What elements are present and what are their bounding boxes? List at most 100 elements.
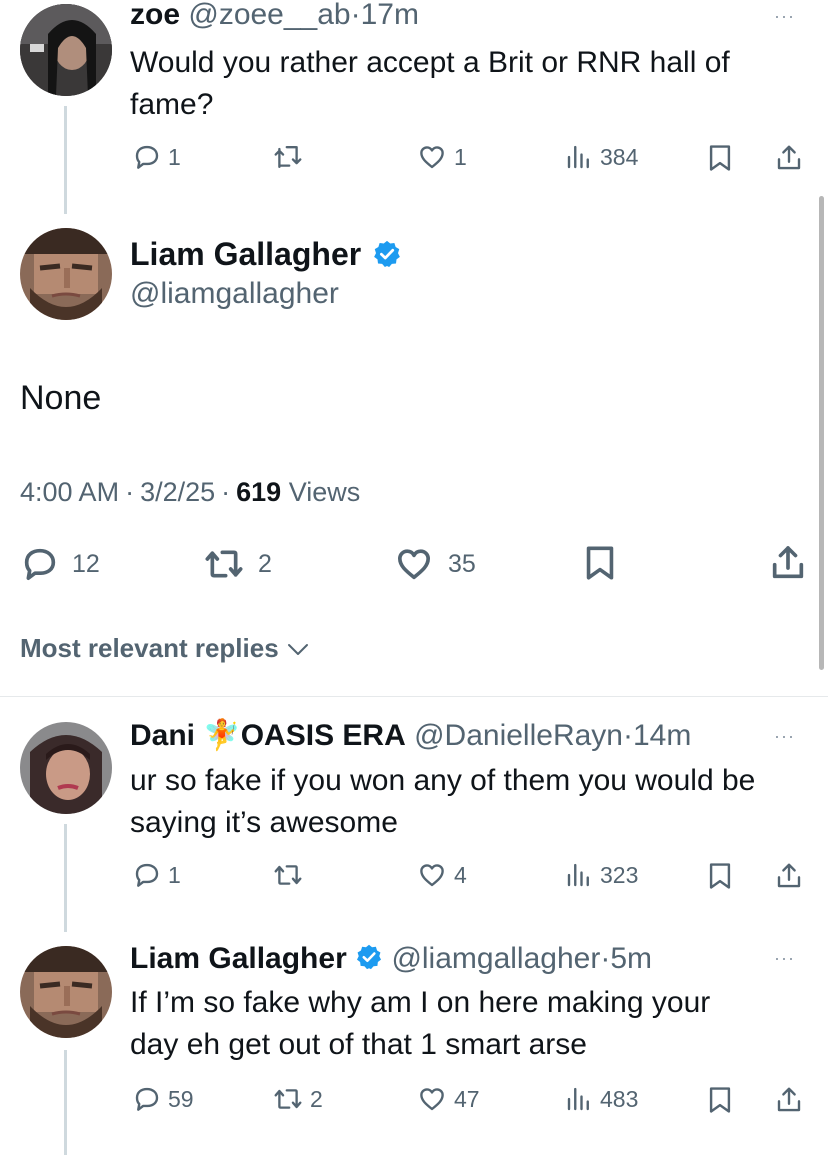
separator: · bbox=[350, 0, 361, 31]
separator: · bbox=[622, 719, 633, 752]
more-icon[interactable]: ··· bbox=[774, 726, 795, 747]
author-name[interactable]: Liam Gallagher bbox=[130, 236, 361, 272]
tweet-zoe-header: zoe @zoee__ab·17m bbox=[130, 0, 419, 36]
reply-icon bbox=[135, 145, 159, 169]
like-count: 1 bbox=[454, 143, 467, 170]
more-icon[interactable]: ··· bbox=[774, 948, 795, 969]
separator: · bbox=[125, 477, 135, 507]
views-count: 619 bbox=[236, 477, 282, 507]
main-retweet-button[interactable]: 2 bbox=[202, 544, 272, 584]
main-author-row: Liam Gallagher bbox=[130, 234, 402, 274]
date[interactable]: 3/2/25 bbox=[140, 477, 215, 507]
bookmark-icon bbox=[709, 863, 731, 889]
avatar-zoe-image bbox=[20, 4, 112, 96]
share-icon bbox=[777, 863, 801, 888]
verified-badge-icon bbox=[357, 944, 382, 970]
timestamp[interactable]: 14m bbox=[633, 719, 691, 752]
retweet-icon bbox=[274, 145, 302, 169]
like-button[interactable]: 47 bbox=[416, 1084, 480, 1114]
timestamp[interactable]: 5m bbox=[610, 942, 652, 975]
author-name[interactable]: Dani bbox=[130, 719, 195, 752]
share-button[interactable] bbox=[774, 142, 804, 174]
retweet-button[interactable] bbox=[272, 860, 304, 890]
tweet-text-line: saying it’s awesome bbox=[130, 806, 398, 839]
author-name-suffix[interactable]: OASIS ERA bbox=[241, 719, 406, 752]
retweet-icon bbox=[274, 865, 302, 885]
views-button[interactable]: 483 bbox=[564, 1084, 638, 1114]
separator: · bbox=[600, 942, 611, 975]
like-icon bbox=[420, 146, 444, 169]
chevron-down-icon bbox=[287, 644, 308, 656]
reply-dani-text: ur so fake if you won any of them you wo… bbox=[130, 760, 755, 844]
thread-connector bbox=[64, 1050, 67, 1155]
main-share-button[interactable] bbox=[768, 542, 808, 584]
main-author-handle[interactable]: @liamgallagher bbox=[130, 274, 339, 314]
share-icon bbox=[772, 546, 804, 579]
views-count: 323 bbox=[600, 861, 639, 888]
reply-button[interactable]: 1 bbox=[132, 142, 181, 172]
reply-icon bbox=[24, 548, 56, 580]
main-like-button[interactable]: 35 bbox=[392, 544, 476, 584]
retweet-icon bbox=[205, 550, 243, 578]
like-count: 47 bbox=[454, 1085, 480, 1112]
bookmark-button[interactable] bbox=[706, 142, 734, 174]
author-name[interactable]: zoe bbox=[130, 0, 180, 31]
reply-icon bbox=[135, 1087, 159, 1111]
retweet-count: 2 bbox=[310, 1085, 323, 1112]
avatar-liam[interactable] bbox=[20, 228, 112, 320]
like-icon bbox=[420, 864, 444, 887]
more-icon[interactable]: ··· bbox=[774, 6, 795, 27]
scrollbar[interactable] bbox=[819, 196, 824, 670]
like-button[interactable]: 4 bbox=[416, 860, 467, 890]
avatar-liam-image bbox=[20, 946, 112, 1038]
replies-filter-label: Most relevant replies bbox=[20, 633, 279, 663]
reply-button[interactable]: 59 bbox=[132, 1084, 194, 1114]
thread-connector bbox=[64, 824, 67, 932]
like-icon bbox=[420, 1088, 444, 1111]
retweet-button[interactable] bbox=[272, 142, 304, 172]
reply-count: 12 bbox=[72, 549, 100, 578]
verified-badge-icon bbox=[374, 240, 400, 267]
thread-connector bbox=[64, 106, 67, 214]
author-name[interactable]: Liam Gallagher bbox=[130, 942, 347, 975]
share-icon bbox=[777, 145, 801, 170]
reply-liam-header: Liam Gallagher @liamgallagher·5m bbox=[130, 938, 652, 980]
share-button[interactable] bbox=[774, 860, 804, 892]
views-button[interactable]: 323 bbox=[564, 860, 638, 890]
reply-button[interactable]: 1 bbox=[132, 860, 181, 890]
bookmark-icon bbox=[709, 1087, 731, 1113]
share-icon bbox=[777, 1087, 801, 1112]
bookmark-button[interactable] bbox=[706, 1084, 734, 1116]
main-tweet-text: None bbox=[20, 379, 102, 417]
views-button[interactable]: 384 bbox=[564, 142, 638, 172]
views-icon bbox=[567, 863, 589, 887]
tweet-text-line: fame? bbox=[130, 88, 214, 121]
author-handle[interactable]: @liamgallagher bbox=[391, 942, 600, 975]
retweet-button[interactable]: 2 bbox=[272, 1084, 323, 1114]
reply-count: 1 bbox=[168, 143, 181, 170]
timestamp[interactable]: 4:00 AM bbox=[20, 477, 119, 507]
author-handle[interactable]: @zoee__ab bbox=[188, 0, 350, 31]
avatar-liam-image bbox=[20, 228, 112, 320]
section-divider bbox=[0, 696, 828, 697]
fairy-emoji: 🧚 bbox=[203, 719, 241, 752]
avatar-zoe[interactable] bbox=[20, 4, 112, 96]
retweet-count: 2 bbox=[258, 549, 272, 578]
main-reply-button[interactable]: 12 bbox=[20, 544, 100, 584]
author-handle[interactable]: @DanielleRayn bbox=[414, 719, 623, 752]
avatar-dani[interactable] bbox=[20, 722, 112, 814]
tweet-text-line: ur so fake if you won any of them you wo… bbox=[130, 764, 756, 797]
avatar-liam-reply[interactable] bbox=[20, 946, 112, 1038]
views-label: Views bbox=[288, 477, 361, 507]
reply-liam-text: If I’m so fake why am I on here making y… bbox=[130, 982, 710, 1066]
reply-dani-header: Dani 🧚OASIS ERA @DanielleRayn·14m bbox=[130, 715, 691, 757]
share-button[interactable] bbox=[774, 1084, 804, 1116]
main-bookmark-button[interactable] bbox=[582, 542, 618, 584]
reply-count: 1 bbox=[168, 861, 181, 888]
bookmark-button[interactable] bbox=[706, 860, 734, 892]
replies-filter-button[interactable]: Most relevant replies bbox=[20, 630, 310, 666]
timestamp[interactable]: 17m bbox=[361, 0, 419, 31]
bookmark-icon bbox=[709, 145, 731, 171]
like-button[interactable]: 1 bbox=[416, 142, 467, 172]
like-count: 4 bbox=[454, 861, 467, 888]
